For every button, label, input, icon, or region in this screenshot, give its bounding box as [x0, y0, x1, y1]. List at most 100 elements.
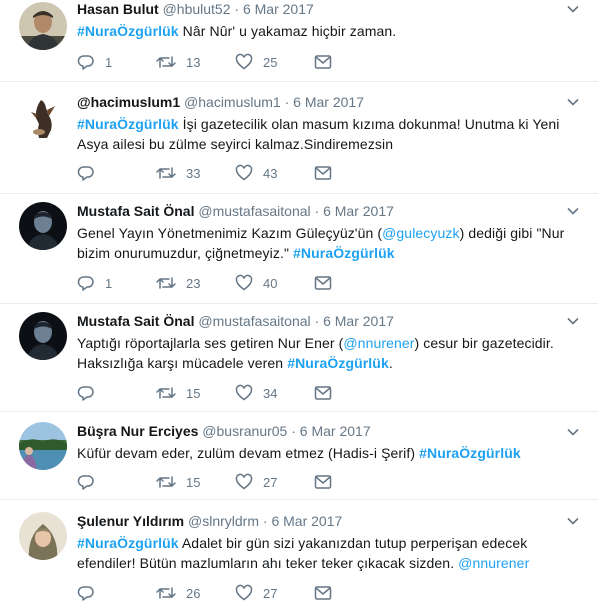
retweet-button[interactable]: 33: [156, 164, 235, 182]
reply-icon: [77, 384, 95, 402]
like-count: 27: [263, 474, 278, 490]
chevron-down-icon[interactable]: [566, 204, 580, 218]
retweet-count: 13: [186, 54, 201, 70]
reply-icon: [77, 473, 95, 491]
avatar[interactable]: [19, 312, 67, 360]
author-name[interactable]: Büşra Nur Erciyes: [77, 423, 198, 439]
avatar[interactable]: [19, 512, 67, 560]
like-button[interactable]: 43: [235, 164, 314, 182]
like-button[interactable]: 34: [235, 384, 314, 402]
retweet-button[interactable]: 15: [156, 473, 235, 491]
retweet-button[interactable]: 26: [156, 584, 235, 602]
author-name[interactable]: Mustafa Sait Önal: [77, 203, 194, 219]
author-name[interactable]: Mustafa Sait Önal: [77, 313, 194, 329]
tweet-actions: 26 27: [77, 583, 334, 603]
chevron-down-icon[interactable]: [566, 314, 580, 328]
separator-dot: ·: [234, 1, 240, 17]
reply-button[interactable]: [77, 584, 156, 602]
tweet-feed: Hasan Bulut @hbulut52 · 6 Mar 2017 #Nura…: [0, 0, 598, 608]
chevron-down-icon[interactable]: [566, 95, 580, 109]
reply-icon: [77, 164, 95, 182]
reply-button[interactable]: [77, 384, 156, 402]
chevron-down-icon[interactable]: [566, 425, 580, 439]
author-handle[interactable]: @slnryldrm: [188, 513, 259, 529]
separator-dot: ·: [284, 94, 290, 110]
tweet-item[interactable]: Hasan Bulut @hbulut52 · 6 Mar 2017 #Nura…: [0, 0, 598, 82]
mention-link[interactable]: @nnurener: [458, 555, 529, 571]
like-button[interactable]: 25: [235, 53, 314, 71]
separator-dot: ·: [314, 203, 320, 219]
direct-message-button[interactable]: [314, 474, 334, 490]
avatar[interactable]: [19, 202, 67, 250]
direct-message-button[interactable]: [314, 585, 334, 601]
tweet-actions: 1 23 40: [77, 273, 334, 293]
tweet-item[interactable]: Mustafa Sait Önal @mustafasaitonal · 6 M…: [0, 194, 598, 304]
author-handle[interactable]: @mustafasaitonal: [198, 313, 310, 329]
author-handle[interactable]: @hacimuslum1: [184, 94, 281, 110]
tweet-text: Yaptığı röportajlarla ses getiren Nur En…: [77, 333, 568, 373]
reply-count: 1: [105, 54, 113, 70]
hashtag-link[interactable]: #NuraÖzgürlük: [293, 245, 395, 261]
envelope-icon: [314, 54, 332, 70]
reply-button[interactable]: [77, 164, 156, 182]
tweet-actions: 33 43: [77, 163, 334, 183]
direct-message-button[interactable]: [314, 275, 334, 291]
avatar[interactable]: [19, 2, 67, 50]
hashtag-link[interactable]: #NuraÖzgürlük: [287, 355, 389, 371]
heart-icon: [235, 164, 253, 182]
hashtag-link[interactable]: #NuraÖzgürlük: [77, 116, 179, 132]
direct-message-button[interactable]: [314, 385, 334, 401]
envelope-icon: [314, 474, 332, 490]
tweet-date[interactable]: 6 Mar 2017: [293, 94, 364, 110]
tweet-date[interactable]: 6 Mar 2017: [243, 1, 314, 17]
hashtag-link[interactable]: #NuraÖzgürlük: [77, 23, 179, 39]
tweet-text: #NuraÖzgürlük Adalet bir gün sizi yakanı…: [77, 533, 568, 573]
mention-link[interactable]: @nnurener: [343, 335, 414, 351]
reply-icon: [77, 53, 95, 71]
like-button[interactable]: 40: [235, 274, 314, 292]
tweet-text-fragment: .: [388, 355, 393, 371]
tweet-text: Genel Yayın Yönetmenimiz Kazım Güleçyüz'…: [77, 223, 568, 263]
reply-button[interactable]: [77, 473, 156, 491]
chevron-down-icon[interactable]: [566, 514, 580, 528]
avatar[interactable]: [19, 422, 67, 470]
envelope-icon: [314, 165, 332, 181]
author-handle[interactable]: @mustafasaitonal: [198, 203, 310, 219]
like-button[interactable]: 27: [235, 473, 314, 491]
tweet-item[interactable]: Büşra Nur Erciyes @busranur05 · 6 Mar 20…: [0, 412, 598, 500]
tweet-item[interactable]: Mustafa Sait Önal @mustafasaitonal · 6 M…: [0, 304, 598, 412]
reply-button[interactable]: 1: [77, 53, 156, 71]
tweet-date[interactable]: 6 Mar 2017: [323, 313, 394, 329]
envelope-icon: [314, 275, 332, 291]
hashtag-link[interactable]: #NuraÖzgürlük: [77, 535, 179, 551]
hashtag-link[interactable]: #NuraÖzgürlük: [419, 445, 521, 461]
mention-link[interactable]: @gulecyuzk: [382, 225, 459, 241]
author-name[interactable]: @hacimuslum1: [77, 94, 180, 110]
author-name[interactable]: Hasan Bulut: [77, 1, 159, 17]
like-button[interactable]: 27: [235, 584, 314, 602]
direct-message-button[interactable]: [314, 54, 334, 70]
chevron-down-icon[interactable]: [566, 2, 580, 16]
author-handle[interactable]: @busranur05: [202, 423, 287, 439]
tweet-date[interactable]: 6 Mar 2017: [271, 513, 342, 529]
direct-message-button[interactable]: [314, 165, 334, 181]
reply-button[interactable]: 1: [77, 274, 156, 292]
retweet-count: 26: [186, 585, 201, 601]
author-handle[interactable]: @hbulut52: [163, 1, 231, 17]
heart-icon: [235, 384, 253, 402]
retweet-button[interactable]: 15: [156, 384, 235, 402]
separator-dot: ·: [262, 513, 268, 529]
retweet-count: 15: [186, 474, 201, 490]
author-name[interactable]: Şulenur Yıldırım: [77, 513, 184, 529]
avatar[interactable]: [19, 94, 67, 142]
retweet-button[interactable]: 23: [156, 274, 235, 292]
tweet-text: #NuraÖzgürlük Nâr Nûr' u yakamaz hiçbir …: [77, 21, 568, 41]
tweet-text-fragment: Yaptığı röportajlarla ses getiren Nur En…: [77, 335, 344, 351]
tweet-item[interactable]: Şulenur Yıldırım @slnryldrm · 6 Mar 2017…: [0, 500, 598, 608]
like-count: 43: [263, 165, 278, 181]
reply-icon: [77, 584, 95, 602]
retweet-button[interactable]: 13: [156, 53, 235, 71]
tweet-date[interactable]: 6 Mar 2017: [300, 423, 371, 439]
tweet-date[interactable]: 6 Mar 2017: [323, 203, 394, 219]
tweet-item[interactable]: @hacimuslum1 @hacimuslum1 · 6 Mar 2017 #…: [0, 82, 598, 194]
